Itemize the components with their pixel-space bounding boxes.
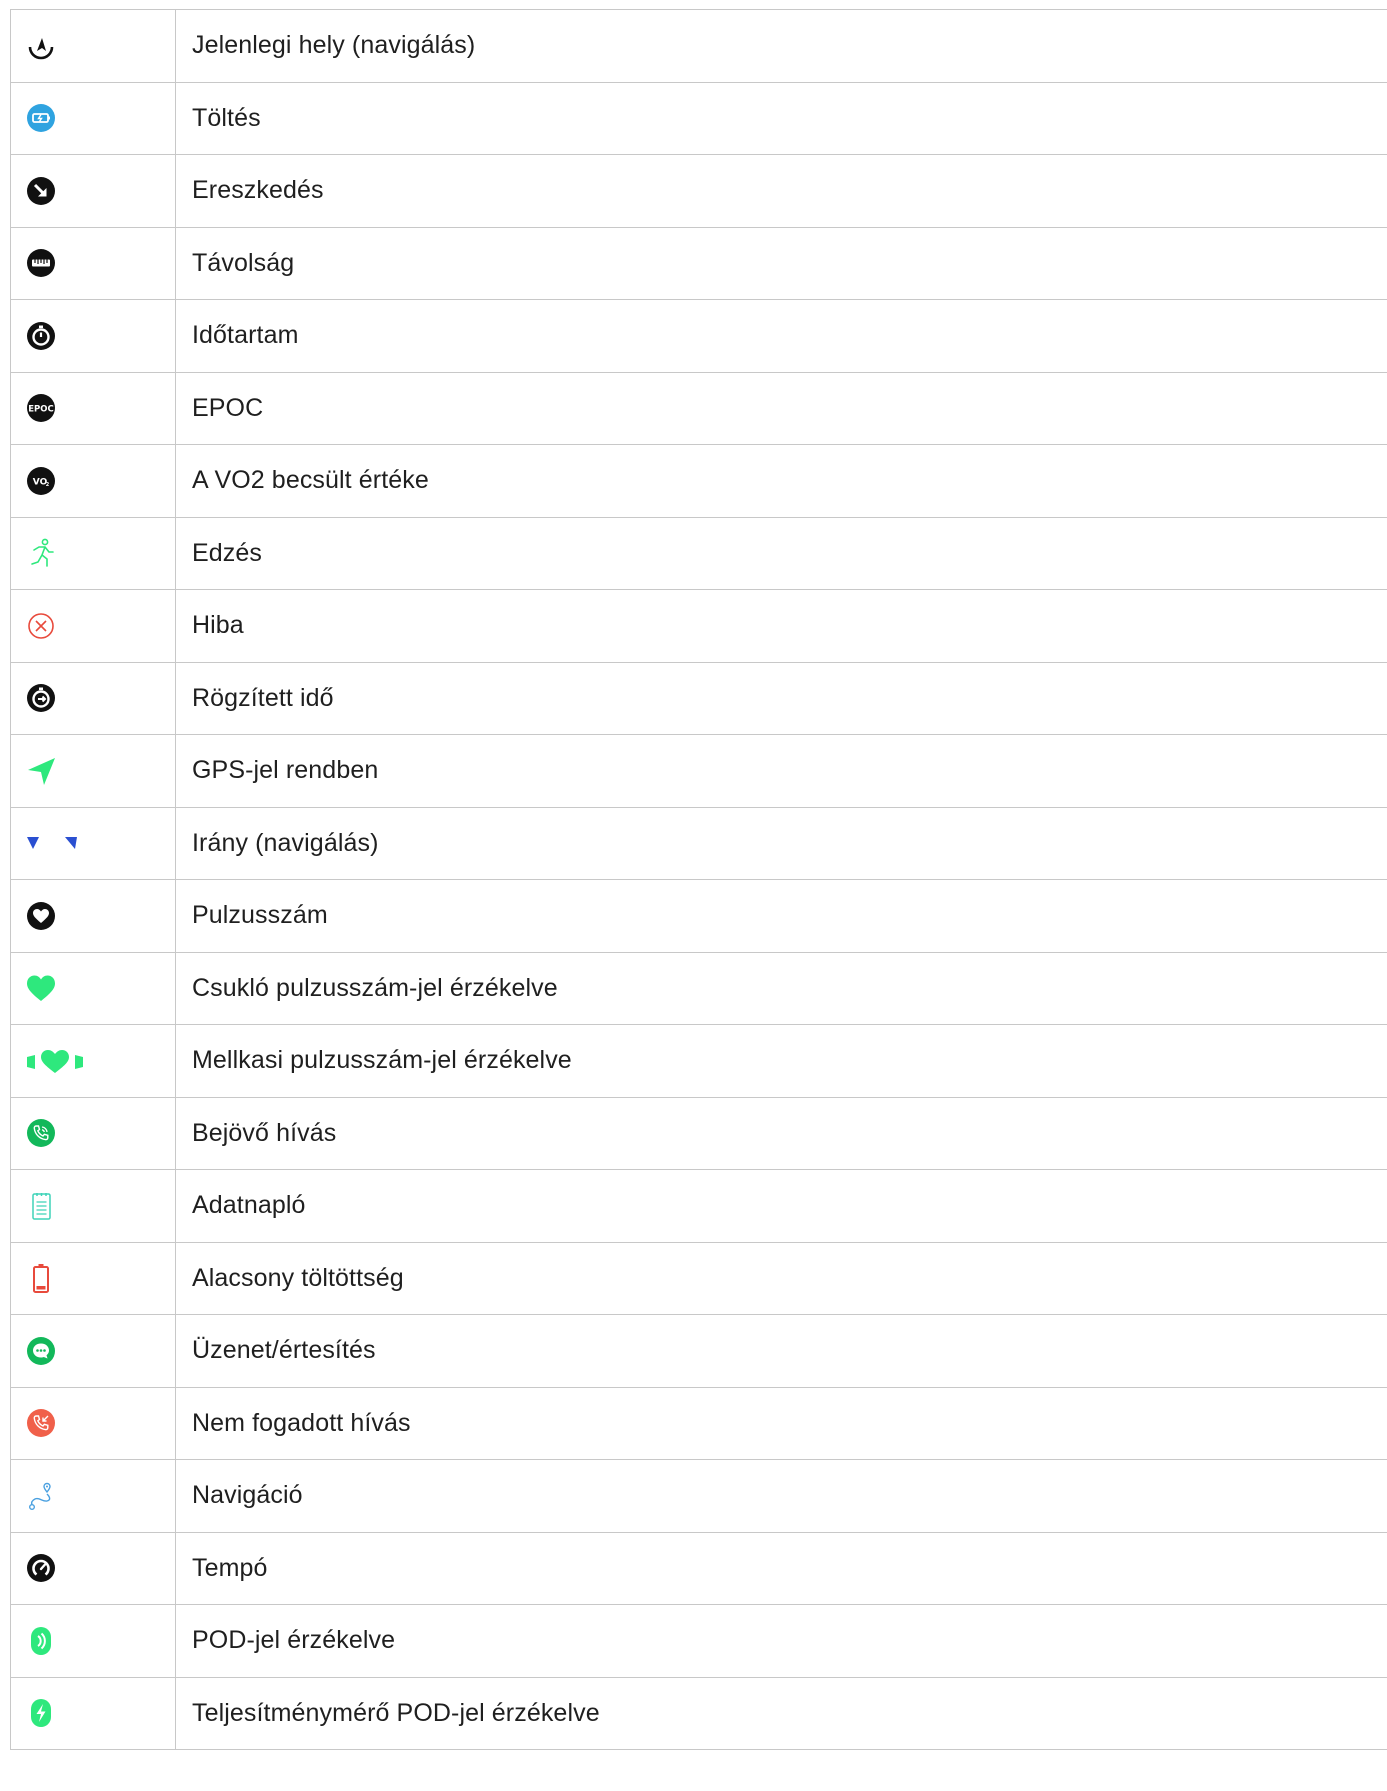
epoc-icon: EPOC: [25, 392, 57, 424]
table-row: Üzenet/értesítés: [10, 1314, 1387, 1388]
table-row: Nem fogadott hívás: [10, 1386, 1387, 1460]
charging-icon: [25, 102, 57, 134]
pace-icon: [25, 1552, 57, 1584]
table-row: Töltés: [10, 81, 1387, 155]
table-row: Edzés: [10, 516, 1387, 590]
low-battery-icon: [25, 1262, 57, 1294]
row-label: Ereszkedés: [175, 154, 1387, 228]
logbook-icon: [25, 1190, 57, 1222]
table-row: Alacsony töltöttség: [10, 1241, 1387, 1315]
row-label: EPOC: [175, 371, 1387, 445]
row-label: Teljesítménymérő POD-jel érzékelve: [175, 1676, 1387, 1750]
table-row: Mellkasi pulzusszám-jel érzékelve: [10, 1024, 1387, 1098]
table-row: GPS-jel rendben: [10, 734, 1387, 808]
incoming-call-icon: [25, 1117, 57, 1149]
row-label: Pulzusszám: [175, 879, 1387, 953]
table-row: Távolság: [10, 226, 1387, 300]
table-row: Adatnapló: [10, 1169, 1387, 1243]
distance-icon: [25, 247, 57, 279]
row-label: Edzés: [175, 516, 1387, 590]
row-label: Jelenlegi hely (navigálás): [175, 9, 1387, 83]
duration-icon: [25, 320, 57, 352]
row-label: Időtartam: [175, 299, 1387, 373]
row-label: Hiba: [175, 589, 1387, 663]
row-label: Csukló pulzusszám-jel érzékelve: [175, 951, 1387, 1025]
row-label: Navigáció: [175, 1459, 1387, 1533]
descent-icon: [25, 175, 57, 207]
pod-icon: [25, 1625, 57, 1657]
table-row: POD-jel érzékelve: [10, 1604, 1387, 1678]
row-label: GPS-jel rendben: [175, 734, 1387, 808]
table-row: Teljesítménymérő POD-jel érzékelve: [10, 1676, 1387, 1750]
row-label: Üzenet/értesítés: [175, 1314, 1387, 1388]
table-row: Pulzusszám: [10, 879, 1387, 953]
power-pod-icon: [25, 1697, 57, 1729]
current-location-icon: [25, 30, 57, 62]
row-label: Töltés: [175, 81, 1387, 155]
exercise-icon: [25, 537, 57, 569]
logged-time-icon: [25, 682, 57, 714]
row-label: POD-jel érzékelve: [175, 1604, 1387, 1678]
table-row: Ereszkedés: [10, 154, 1387, 228]
icon-legend-table: Jelenlegi hely (navigálás) Töltés Ereszk…: [10, 9, 1387, 1750]
message-icon: [25, 1335, 57, 1367]
row-label: Távolság: [175, 226, 1387, 300]
table-row: Csukló pulzusszám-jel érzékelve: [10, 951, 1387, 1025]
table-row: Navigáció: [10, 1459, 1387, 1533]
error-icon: [25, 610, 57, 642]
chest-hr-icon: [25, 1045, 85, 1077]
row-label: A VO2 becsült értéke: [175, 444, 1387, 518]
navigation-icon: [25, 1480, 57, 1512]
table-row: Tempó: [10, 1531, 1387, 1605]
row-label: Mellkasi pulzusszám-jel érzékelve: [175, 1024, 1387, 1098]
row-label: Adatnapló: [175, 1169, 1387, 1243]
row-label: Irány (navigálás): [175, 806, 1387, 880]
table-row: Hiba: [10, 589, 1387, 663]
wrist-hr-icon: [25, 972, 57, 1004]
gps-ok-icon: [25, 755, 57, 787]
vo2-icon: VO 2: [25, 465, 57, 497]
table-row: Bejövő hívás: [10, 1096, 1387, 1170]
row-label: Tempó: [175, 1531, 1387, 1605]
svg-text:2: 2: [46, 482, 50, 488]
row-label: Bejövő hívás: [175, 1096, 1387, 1170]
table-row: Irány (navigálás): [10, 806, 1387, 880]
table-row: Időtartam: [10, 299, 1387, 373]
row-label: Rögzített idő: [175, 661, 1387, 735]
heading-icon: [25, 827, 85, 859]
row-label: Alacsony töltöttség: [175, 1241, 1387, 1315]
missed-call-icon: [25, 1407, 57, 1439]
table-row: VO 2 A VO2 becsült értéke: [10, 444, 1387, 518]
table-row: Jelenlegi hely (navigálás): [10, 9, 1387, 83]
heart-rate-icon: [25, 900, 57, 932]
table-row: Rögzített idő: [10, 661, 1387, 735]
row-label: Nem fogadott hívás: [175, 1386, 1387, 1460]
table-row: EPOC EPOC: [10, 371, 1387, 445]
svg-text:EPOC: EPOC: [28, 405, 54, 415]
